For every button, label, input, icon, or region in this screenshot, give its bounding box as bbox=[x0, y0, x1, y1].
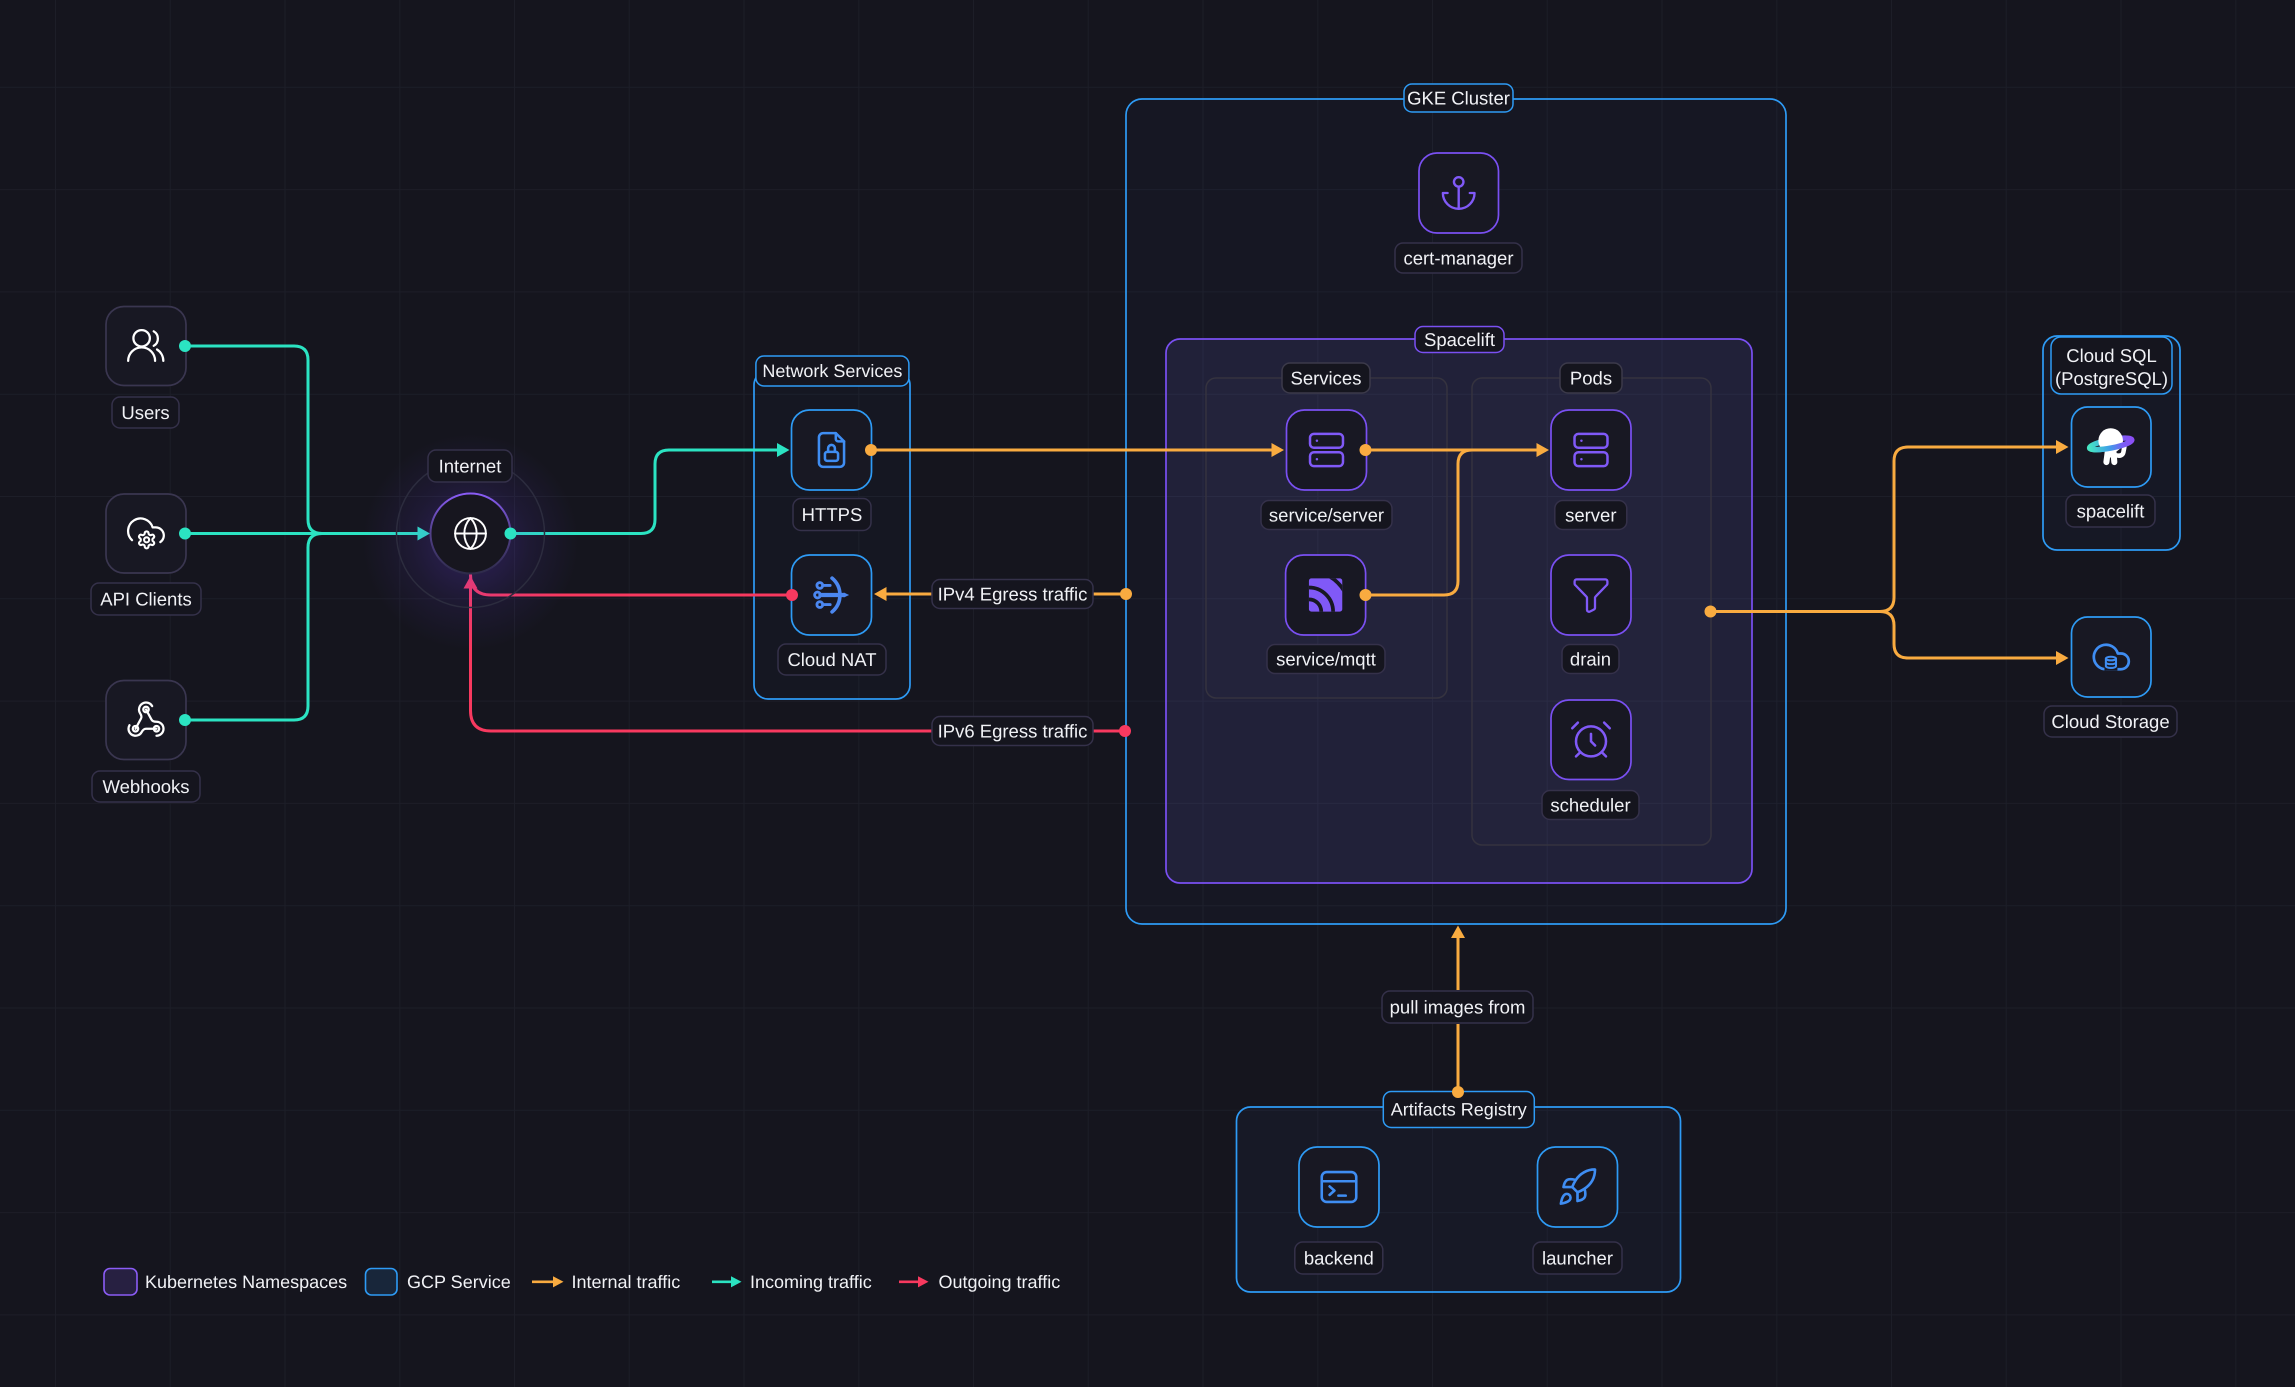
svg-text:GCP Service: GCP Service bbox=[407, 1272, 511, 1292]
svg-text:HTTPS: HTTPS bbox=[802, 504, 863, 525]
svg-text:launcher: launcher bbox=[1542, 1247, 1613, 1268]
svg-text:Kubernetes Namespaces: Kubernetes Namespaces bbox=[145, 1272, 347, 1292]
svg-text:Cloud SQL: Cloud SQL bbox=[2066, 345, 2157, 366]
svg-text:Users: Users bbox=[121, 402, 169, 423]
svg-text:server: server bbox=[1565, 504, 1616, 525]
svg-text:pull images from: pull images from bbox=[1390, 996, 1526, 1017]
svg-text:drain: drain bbox=[1570, 648, 1611, 669]
svg-text:Artifacts Registry: Artifacts Registry bbox=[1391, 1100, 1527, 1120]
svg-text:GKE Cluster: GKE Cluster bbox=[1407, 87, 1510, 108]
svg-text:Services: Services bbox=[1291, 367, 1362, 388]
svg-text:scheduler: scheduler bbox=[1550, 794, 1630, 815]
svg-text:Outgoing traffic: Outgoing traffic bbox=[939, 1272, 1061, 1292]
svg-text:Internal traffic: Internal traffic bbox=[572, 1272, 681, 1292]
svg-text:IPv4 Egress traffic: IPv4 Egress traffic bbox=[938, 583, 1088, 604]
svg-text:Cloud NAT: Cloud NAT bbox=[787, 649, 876, 670]
svg-text:backend: backend bbox=[1304, 1247, 1374, 1268]
svg-text:service/server: service/server bbox=[1269, 504, 1384, 525]
svg-text:Network Services: Network Services bbox=[762, 361, 902, 381]
svg-text:spacelift: spacelift bbox=[2077, 500, 2145, 521]
svg-text:(PostgreSQL): (PostgreSQL) bbox=[2055, 368, 2168, 389]
svg-text:Cloud Storage: Cloud Storage bbox=[2051, 711, 2169, 732]
svg-text:service/mqtt: service/mqtt bbox=[1276, 648, 1376, 669]
svg-text:Pods: Pods bbox=[1570, 367, 1612, 388]
svg-text:cert-manager: cert-manager bbox=[1403, 247, 1513, 268]
svg-text:Webhooks: Webhooks bbox=[102, 776, 189, 797]
svg-text:API Clients: API Clients bbox=[100, 588, 192, 609]
svg-text:Incoming traffic: Incoming traffic bbox=[750, 1272, 872, 1292]
svg-text:IPv6 Egress traffic: IPv6 Egress traffic bbox=[938, 720, 1088, 741]
svg-text:Internet: Internet bbox=[439, 455, 502, 476]
svg-text:Spacelift: Spacelift bbox=[1424, 329, 1495, 350]
